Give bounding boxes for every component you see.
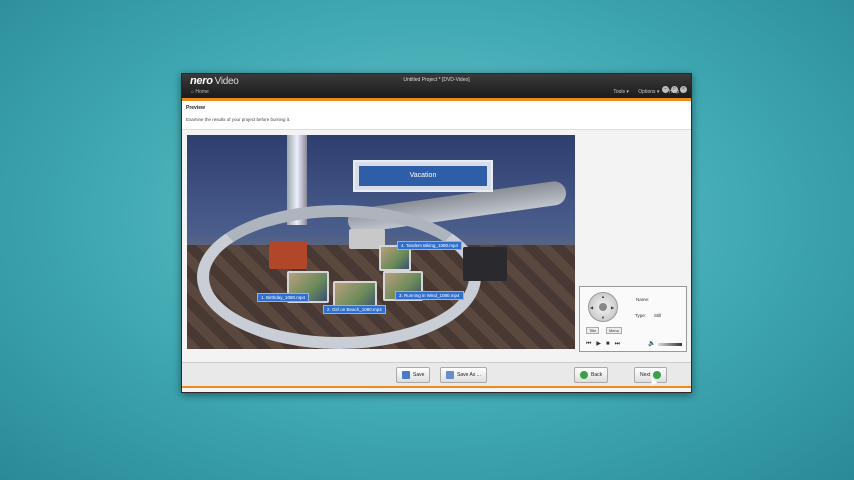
vacation-sign: Vacation: [353, 160, 493, 192]
name-label: Name:: [636, 297, 650, 302]
arrow-right-icon[interactable]: ▶: [611, 305, 614, 310]
back-arrow-icon: [580, 370, 588, 379]
save-as-icon: [446, 370, 454, 379]
navigation-pad[interactable]: ▲ ▼ ◀ ▶: [588, 292, 618, 322]
carousel: [197, 205, 481, 349]
page-header: Preview Examine the results of your proj…: [182, 101, 691, 130]
save-as-button[interactable]: Save As ...: [440, 367, 487, 383]
arrow-up-icon[interactable]: ▲: [601, 294, 605, 299]
window-title: Untitled Project * [DVD-Video]: [403, 77, 470, 83]
skip-back-icon[interactable]: ⏮: [586, 341, 591, 347]
menu-button[interactable]: Menu: [606, 327, 623, 334]
suitcase-black: [463, 247, 507, 281]
title-bar: nero Video ⌂ Home Untitled Project * [DVD…: [182, 74, 691, 98]
chapter-label-1[interactable]: 1. Birthday_1080.mp4: [257, 293, 310, 302]
page-subtitle: Examine the results of your project befo…: [186, 117, 291, 122]
chapter-label-3[interactable]: 3. Running in Wind_1080.mp4: [395, 291, 464, 300]
ok-button[interactable]: [599, 303, 607, 311]
suitcase-red: [269, 241, 307, 269]
stop-icon[interactable]: ■: [606, 341, 610, 347]
menu-bar: Tools ▾ Options ▾ Help ▾: [605, 89, 683, 95]
footer-accent-bar: [182, 386, 691, 388]
skip-forward-icon[interactable]: ⏭: [615, 341, 620, 347]
menu-tools[interactable]: Tools ▾: [613, 89, 629, 95]
chapter-label-2[interactable]: 2. Girl on Beach_1080.mp4: [323, 305, 386, 314]
volume-slider[interactable]: [658, 343, 682, 346]
transport-controls: ⏮ ▶ ■ ⏭: [586, 340, 625, 348]
play-icon[interactable]: ▶: [596, 341, 601, 347]
home-link[interactable]: ⌂ Home: [191, 89, 209, 95]
save-button[interactable]: Save: [396, 367, 431, 383]
arrow-left-icon[interactable]: ◀: [590, 305, 593, 310]
save-icon: [402, 370, 410, 379]
nero-video-window: nero Video ⌂ Home Untitled Project * [DVD…: [181, 73, 692, 393]
page-title: Preview: [186, 105, 205, 111]
footer-bar: Save Save As ... Back Next: [182, 362, 691, 387]
remote-control-panel: ▲ ▼ ◀ ▶ Name: Type: Still Title Menu ⏮ ▶ ■…: [579, 286, 687, 352]
arrow-down-icon[interactable]: ▼: [601, 315, 605, 320]
menu-help[interactable]: Help ▾: [669, 89, 683, 95]
sign-text: Vacation: [359, 166, 487, 186]
type-value: Still: [654, 313, 662, 318]
type-label: Type:: [635, 313, 647, 318]
volume-icon[interactable]: 🔈: [648, 340, 655, 347]
menu-options[interactable]: Options ▾: [638, 89, 659, 95]
back-button[interactable]: Back: [574, 367, 609, 383]
chapter-label-4[interactable]: 4. Tandem Biking_1080.mp4: [397, 241, 462, 250]
menu-preview[interactable]: Vacation 1. Birthday_1080.mp4 2. Girl on…: [187, 135, 575, 349]
title-button[interactable]: Title: [586, 327, 600, 334]
